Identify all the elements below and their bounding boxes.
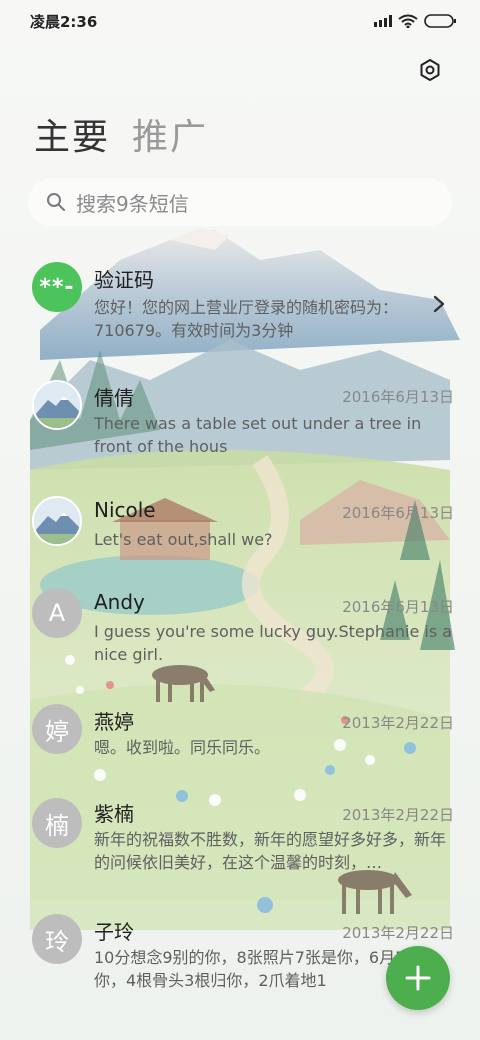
message-preview: 嗯。收到啦。同乐同乐。 [94, 738, 271, 757]
avatar: **- [32, 262, 82, 312]
mountain-photo-icon [34, 498, 80, 544]
tab-promotions[interactable]: 推广 [132, 108, 208, 160]
conversation-item[interactable]: **- 验证码 您好！您的网上营业厅登录的随机密码为：710679。有效时间为3… [0, 252, 480, 362]
search-placeholder: 搜索9条短信 [76, 191, 189, 216]
message-date: 2013年2月22日 [342, 806, 454, 824]
contact-name: 燕婷 [94, 710, 134, 734]
message-preview: 您好！您的网上营业厅登录的随机密码为：710679。有效时间为3分钟 [94, 298, 399, 340]
avatar: 婷 [32, 704, 82, 754]
message-date: 2016年6月13日 [342, 598, 454, 616]
status-time: 凌晨2:36 [30, 12, 98, 31]
avatar [32, 380, 82, 430]
wifi-icon [398, 14, 418, 28]
chevron-right-icon[interactable] [432, 294, 446, 314]
conversation-item[interactable]: 婷 燕婷 2013年2月22日 嗯。收到啦。同乐同乐。 [0, 700, 480, 790]
message-preview: There was a table set out under a tree i… [94, 414, 422, 456]
message-preview: 新年的祝福数不胜数，新年的愿望好多好多，新年的问候依旧美好，在这个温馨的时刻，… [94, 830, 447, 872]
mountain-photo-icon [34, 382, 80, 428]
avatar-text: 楠 [45, 811, 69, 840]
tab-primary[interactable]: 主要 [34, 108, 110, 160]
contact-name: 倩倩 [94, 386, 134, 410]
conversation-item[interactable]: Nicole 2016年6月13日 Let's eat out,shall we… [0, 488, 480, 578]
avatar [32, 496, 82, 546]
conversation-item[interactable]: 楠 紫楠 2013年2月22日 新年的祝福数不胜数，新年的愿望好多好多，新年的问… [0, 798, 480, 906]
settings-button[interactable] [414, 54, 446, 86]
message-date: 2013年2月22日 [342, 714, 454, 732]
contact-name: 子玲 [94, 920, 134, 944]
battery-icon [424, 14, 456, 28]
contact-name: 验证码 [94, 268, 154, 292]
avatar: 玲 [32, 914, 82, 964]
contact-name: Andy [94, 590, 145, 614]
status-bar: 凌晨2:36 [30, 8, 456, 34]
hd-signal-icon [374, 15, 392, 27]
message-preview: I guess you're some lucky guy.Stephanie … [94, 622, 453, 664]
tab-bar: 主要 推广 [34, 108, 208, 160]
search-icon [47, 193, 65, 211]
status-icons [374, 14, 456, 28]
message-date: 2013年2月22日 [342, 924, 454, 942]
plus-icon [405, 965, 431, 991]
conversation-item[interactable]: A Andy 2016年6月13日 I guess you're some lu… [0, 586, 480, 694]
contact-name: Nicole [94, 498, 156, 522]
avatar-text: A [48, 599, 66, 627]
contact-name: 紫楠 [94, 802, 134, 826]
avatar: 楠 [32, 798, 82, 848]
avatar-text: 婷 [45, 717, 69, 746]
message-date: 2016年6月13日 [342, 504, 454, 522]
message-preview: Let's eat out,shall we? [94, 530, 273, 549]
avatar: A [32, 588, 82, 638]
compose-button[interactable] [386, 946, 450, 1010]
avatar-text: **- [39, 274, 75, 300]
message-date: 2016年6月13日 [342, 388, 454, 406]
conversation-item[interactable]: 倩倩 2016年6月13日 There was a table set out … [0, 370, 480, 478]
avatar-text: 玲 [45, 927, 69, 956]
settings-icon [420, 59, 440, 81]
search-bar[interactable]: 搜索9条短信 [28, 178, 452, 226]
